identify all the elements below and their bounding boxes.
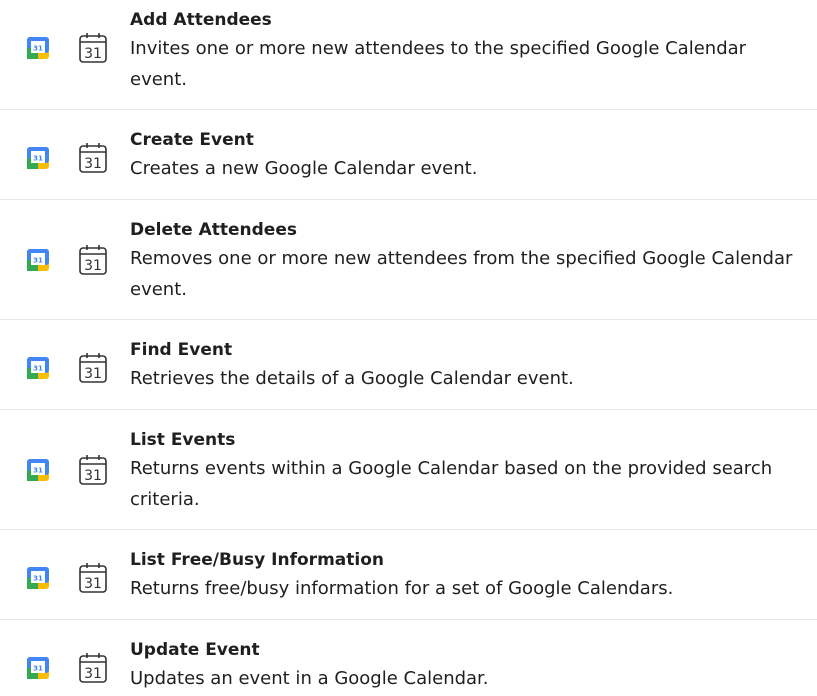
action-description: Creates a new Google Calendar event.: [130, 158, 478, 179]
svg-text:31: 31: [33, 665, 43, 673]
google-calendar-icon: 31: [27, 657, 49, 679]
action-title: Add Attendees: [130, 10, 272, 30]
action-description: Invites one or more new attendees to the…: [130, 38, 747, 90]
action-list: 31 31 Add Attendees Invites one or more …: [0, 0, 817, 696]
action-title: Delete Attendees: [130, 220, 297, 240]
action-description: Removes one or more new attendees from t…: [130, 248, 793, 300]
action-description: Returns free/busy information for a set …: [130, 578, 674, 599]
svg-text:31: 31: [33, 257, 43, 265]
calendar-outline-icon: 31: [79, 653, 107, 683]
action-item-add-attendees[interactable]: 31 31 Add Attendees Invites one or more …: [0, 0, 817, 110]
calendar-outline-icon: 31: [79, 33, 107, 63]
action-description: Returns events within a Google Calendar …: [130, 458, 773, 510]
svg-text:31: 31: [84, 156, 102, 172]
action-title: Update Event: [130, 640, 260, 660]
action-description: Updates an event in a Google Calendar.: [130, 668, 489, 689]
calendar-outline-icon: 31: [79, 563, 107, 593]
action-title: List Free/Busy Information: [130, 550, 384, 570]
google-calendar-icon: 31: [27, 459, 49, 481]
action-description: Retrieves the details of a Google Calend…: [130, 368, 574, 389]
svg-text:31: 31: [33, 365, 43, 373]
svg-text:31: 31: [33, 575, 43, 583]
action-item-create-event[interactable]: 31 31 Create Event Creates a new Google …: [0, 110, 817, 200]
action-item-find-event[interactable]: 31 31 Find Event Retrieves the details o…: [0, 320, 817, 410]
action-title: List Events: [130, 430, 236, 450]
calendar-outline-icon: 31: [79, 245, 107, 275]
calendar-outline-icon: 31: [79, 143, 107, 173]
action-item-update-event[interactable]: 31 31 Update Event Updates an event in a…: [0, 620, 817, 696]
google-calendar-icon: 31: [27, 249, 49, 271]
action-item-list-free-busy[interactable]: 31 31 List Free/Busy Information Returns…: [0, 530, 817, 620]
svg-text:31: 31: [84, 366, 102, 382]
google-calendar-icon: 31: [27, 37, 49, 59]
svg-text:31: 31: [33, 467, 43, 475]
svg-text:31: 31: [84, 258, 102, 274]
svg-text:31: 31: [84, 46, 102, 62]
svg-text:31: 31: [84, 666, 102, 682]
action-title: Find Event: [130, 340, 233, 360]
google-calendar-icon: 31: [27, 357, 49, 379]
action-item-list-events[interactable]: 31 31 List Events Returns events within …: [0, 410, 817, 530]
svg-text:31: 31: [84, 468, 102, 484]
calendar-outline-icon: 31: [79, 455, 107, 485]
action-title: Create Event: [130, 130, 254, 150]
google-calendar-icon: 31: [27, 567, 49, 589]
svg-text:31: 31: [33, 45, 43, 53]
svg-text:31: 31: [84, 576, 102, 592]
action-item-delete-attendees[interactable]: 31 31 Delete Attendees Removes one or mo…: [0, 200, 817, 320]
calendar-outline-icon: 31: [79, 353, 107, 383]
google-calendar-icon: 31: [27, 147, 49, 169]
svg-text:31: 31: [33, 155, 43, 163]
